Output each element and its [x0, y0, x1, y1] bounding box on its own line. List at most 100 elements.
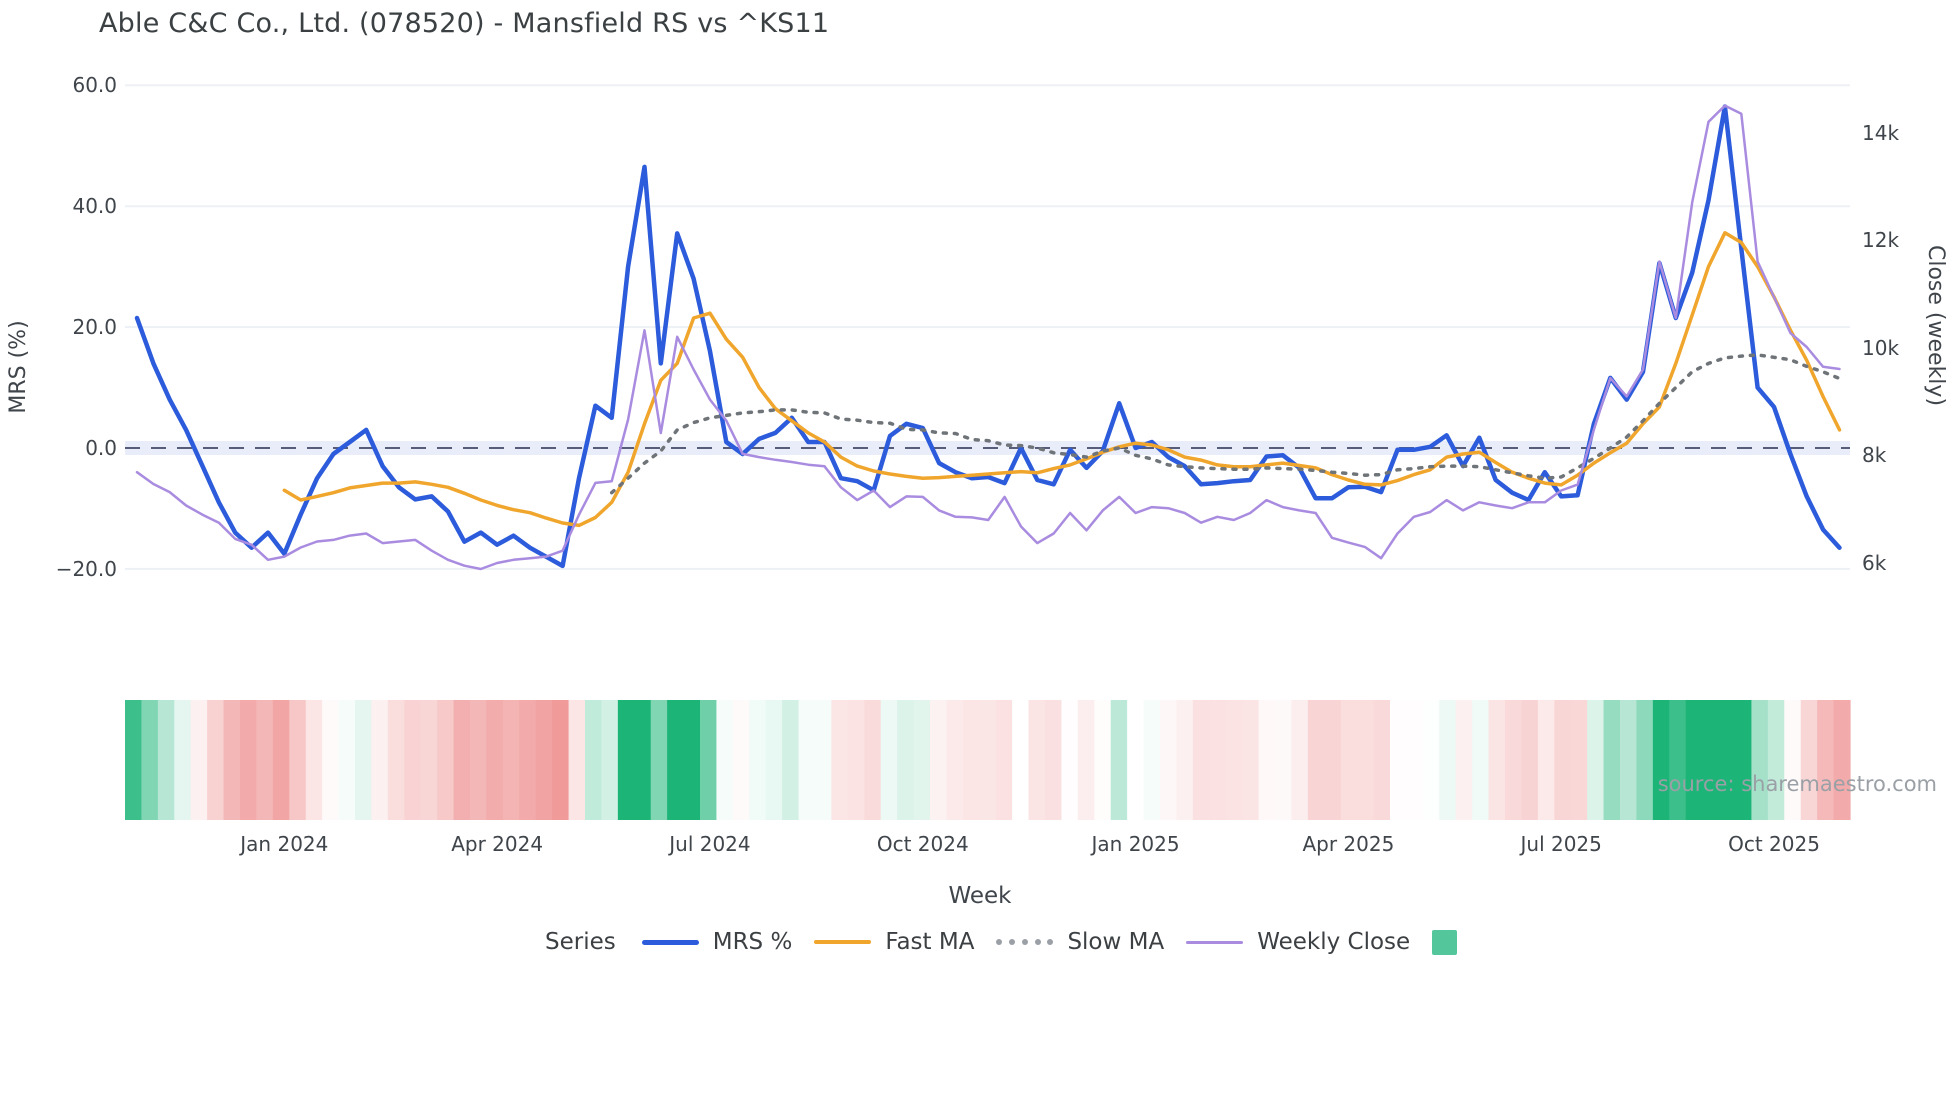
right-tick-label: 10k — [1862, 335, 1900, 360]
heatmap-cell — [1620, 700, 1638, 820]
heatmap-cell — [1587, 700, 1605, 820]
heatmap-cell — [1110, 700, 1128, 820]
heatmap-cell — [716, 700, 734, 820]
x-tick-label: Apr 2025 — [1302, 832, 1395, 856]
heatmap-cell — [125, 700, 143, 820]
heatmap-cell — [240, 700, 258, 820]
heatmap-cell — [1767, 700, 1785, 820]
heatmap-cell — [1045, 700, 1063, 820]
heatmap-cell — [338, 700, 356, 820]
heatmap-cell — [1340, 700, 1358, 820]
right-tick-label: 8k — [1862, 443, 1887, 467]
heatmap-cell — [1127, 700, 1145, 820]
x-axis-title: Week — [948, 883, 1012, 909]
legend: Series MRS % Fast MA Slow MA Weekly Close — [545, 929, 1458, 955]
heatmap-cell — [1012, 700, 1030, 820]
heatmap-cell — [1357, 700, 1375, 820]
series-line-mrs-[interactable] — [134, 104, 1842, 569]
x-tick-label: Jan 2025 — [1091, 832, 1180, 856]
heatmap-cell — [979, 700, 997, 820]
heatmap-cell — [585, 700, 603, 820]
mrs--swatch-icon — [641, 939, 699, 945]
heatmap-cell — [453, 700, 471, 820]
heatmap-cell — [815, 700, 833, 820]
heatmap-cell — [535, 700, 553, 820]
heatmap-cell — [634, 700, 652, 820]
heatmap-cell — [1028, 700, 1046, 820]
source-attribution: source: sharemaestro.com — [1657, 772, 1937, 796]
left-tick-label: 0.0 — [85, 436, 117, 460]
heatmap-cell — [207, 700, 225, 820]
heatmap-cell — [1817, 700, 1835, 820]
heatmap-cell — [1472, 700, 1490, 820]
heatmap-cell — [502, 700, 520, 820]
heatmap-cell — [601, 700, 619, 820]
heatmap-cell — [1324, 700, 1342, 820]
heatmap-cell — [946, 700, 964, 820]
heatmap-cell — [732, 700, 750, 820]
heatmap-cell — [1488, 700, 1506, 820]
heatmap-cell — [1554, 700, 1572, 820]
heatmap-cell — [765, 700, 783, 820]
heatmap-cell — [782, 700, 800, 820]
heatmap-cell — [1406, 700, 1424, 820]
heatmap-cell — [371, 700, 389, 820]
heatmap-cell — [749, 700, 767, 820]
x-tick-label: Oct 2025 — [1728, 832, 1820, 856]
heatmap-cell — [1291, 700, 1309, 820]
heatmap-cell — [1209, 700, 1227, 820]
heatmap-cell — [1307, 700, 1325, 820]
series-line-fast-ma[interactable] — [282, 231, 1842, 528]
heatmap-cell — [519, 700, 537, 820]
heatmap-cell — [667, 700, 685, 820]
heatmap-cell — [913, 700, 931, 820]
heatmap-cell — [552, 700, 570, 820]
legend-item-label: MRS % — [712, 929, 793, 955]
heatmap-cell — [1225, 700, 1243, 820]
heatmap-cell — [700, 700, 718, 820]
legend-item-mrs-[interactable]: MRS % — [641, 929, 793, 955]
heatmap-cell — [1258, 700, 1276, 820]
fast-ma-swatch-icon — [814, 940, 872, 944]
heatmap-cell — [1439, 700, 1457, 820]
series-line-weekly-close[interactable] — [135, 104, 1841, 571]
heatmap-cell — [1275, 700, 1293, 820]
heatmap-cell — [1077, 700, 1095, 820]
heatmap-cell — [157, 700, 175, 820]
legend-item-weekly-close[interactable]: Weekly Close — [1186, 929, 1410, 955]
x-tick-label: Oct 2024 — [876, 832, 969, 856]
heatmap-cell — [1636, 700, 1654, 820]
heatmap-cell — [1702, 700, 1720, 820]
heatmap-cell — [617, 700, 635, 820]
heatmap-cell — [864, 700, 882, 820]
legend-item-fast-ma[interactable]: Fast MA — [814, 929, 974, 955]
heatmap-cell — [355, 700, 373, 820]
heatmap-swatch-icon — [1432, 929, 1458, 955]
heatmap-cell — [404, 700, 422, 820]
x-tick-label: Apr 2024 — [451, 832, 544, 856]
heatmap-cell — [1652, 700, 1670, 820]
heatmap-cell — [798, 700, 816, 820]
heatmap-cell — [437, 700, 455, 820]
heatmap-cell — [1521, 700, 1539, 820]
heatmap-cell — [486, 700, 504, 820]
heatmap-cell — [174, 700, 192, 820]
heatmap-cell — [1833, 700, 1851, 820]
heatmap-cell — [1242, 700, 1260, 820]
legend-item-label: Fast MA — [885, 929, 975, 955]
heatmap-cell — [1537, 700, 1555, 820]
heatmap-cell — [1455, 700, 1473, 820]
heatmap-cell — [387, 700, 405, 820]
legend-item-heatmap[interactable] — [1432, 929, 1458, 955]
heatmap-cell — [1718, 700, 1736, 820]
heatmap-cell — [897, 700, 915, 820]
legend-item-slow-ma[interactable]: Slow MA — [996, 929, 1164, 955]
heatmap-cell — [223, 700, 241, 820]
heatmap-cell — [1422, 700, 1440, 820]
heatmap-cell — [1570, 700, 1588, 820]
heatmap-cell — [568, 700, 586, 820]
heatmap-cell — [1373, 700, 1391, 820]
heatmap-cell — [1192, 700, 1210, 820]
heatmap-cell — [322, 700, 340, 820]
legend-title: Series — [545, 929, 616, 955]
